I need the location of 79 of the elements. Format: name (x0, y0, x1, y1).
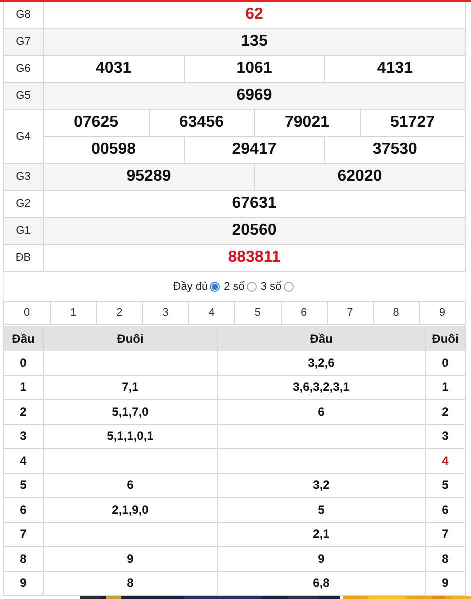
table-cell: 6 (4, 498, 44, 522)
digit-tab[interactable]: 9 (418, 302, 465, 324)
table-cell: 1 (4, 376, 44, 400)
table-cell: 3,6,3,2,3,1 (218, 376, 426, 400)
prize-label: G3 (4, 164, 44, 190)
table-cell: 8 (426, 547, 465, 572)
table-cell: 5,1,1,0,1 (44, 424, 218, 449)
table-cell: 2,1 (218, 522, 426, 547)
prize-label: G4 (4, 110, 44, 163)
column-header: Đuôi (44, 326, 218, 351)
prize-number: 883811 (227, 248, 282, 268)
option-label: 2 số (224, 280, 245, 292)
table-cell: 4 (426, 449, 465, 474)
table-cell: 5 (426, 474, 465, 498)
prize-label: G8 (4, 2, 44, 28)
column-header: Đầu (4, 326, 44, 351)
table-cell: 2,1,9,0 (44, 498, 218, 522)
digit-tab[interactable]: 8 (372, 302, 419, 324)
column-header: Đầu (218, 326, 426, 351)
radio-button[interactable] (284, 282, 294, 292)
prize-number: 135 (240, 32, 269, 52)
prize-number: 4131 (324, 56, 466, 82)
column-header: Đuôi (426, 326, 465, 351)
radio-button[interactable] (210, 282, 220, 292)
table-cell: 3 (426, 424, 465, 449)
prize-number: 67631 (231, 194, 278, 214)
table-cell: 7,1 (44, 376, 218, 400)
table-cell: 2 (4, 400, 44, 424)
table-cell: 9 (44, 547, 218, 572)
table-cell: 6 (426, 498, 465, 522)
table-cell: 2 (426, 400, 465, 424)
digit-tab[interactable]: 1 (50, 302, 96, 324)
prize-number: 29417 (184, 137, 324, 163)
digit-tab[interactable]: 2 (96, 302, 142, 324)
prize-number: 4031 (95, 59, 133, 79)
prize-label: ĐB (4, 245, 44, 271)
table-cell: 3,2 (218, 474, 426, 498)
prize-number: 6969 (236, 86, 274, 106)
table-cell: 4 (4, 449, 44, 474)
prize-number: 00598 (90, 140, 138, 160)
table-cell: 7 (4, 522, 44, 547)
prize-label: G5 (4, 83, 44, 109)
prize-number: 79021 (254, 110, 360, 136)
table-cell: 6 (44, 474, 218, 498)
table-cell: 3,2,6 (218, 351, 426, 376)
table-cell: 1 (426, 376, 465, 400)
digit-tab[interactable]: 5 (234, 302, 281, 324)
radio-button[interactable] (246, 282, 257, 292)
table-cell: 8 (4, 547, 44, 572)
prize-number: 62 (244, 5, 264, 25)
digit-tab[interactable]: 0 (4, 302, 50, 324)
digit-tab[interactable]: 7 (326, 302, 373, 324)
table-cell: 0 (426, 351, 465, 376)
table-cell: 5 (4, 474, 44, 498)
prize-label: G1 (4, 218, 44, 244)
table-cell: 0 (4, 351, 44, 376)
prize-number: 62020 (254, 164, 465, 190)
prize-label: G7 (4, 29, 44, 55)
option-label: 3 số (260, 280, 282, 292)
prize-number: 51727 (360, 110, 465, 136)
digit-tab[interactable]: 4 (188, 302, 234, 324)
table-cell: 9 (4, 572, 44, 596)
digit-tab[interactable]: 6 (280, 302, 327, 324)
prize-label: G2 (4, 191, 44, 217)
prize-label: G6 (4, 56, 44, 82)
prize-number: 07625 (73, 113, 120, 133)
prize-number: 63456 (148, 110, 254, 136)
prize-number: 1061 (184, 56, 324, 82)
table-cell: 7 (426, 522, 465, 547)
option-label: Đầy đủ (173, 280, 208, 292)
table-cell: 9 (218, 547, 426, 572)
table-cell: 3 (4, 424, 44, 449)
prize-number: 20560 (231, 221, 278, 241)
table-cell: 6 (218, 400, 426, 424)
table-cell: 5,1,7,0 (44, 400, 218, 424)
table-cell: 5 (218, 498, 426, 522)
prize-number: 37530 (324, 137, 466, 163)
digit-tab[interactable]: 3 (142, 302, 188, 324)
prize-number: 95289 (126, 167, 172, 187)
